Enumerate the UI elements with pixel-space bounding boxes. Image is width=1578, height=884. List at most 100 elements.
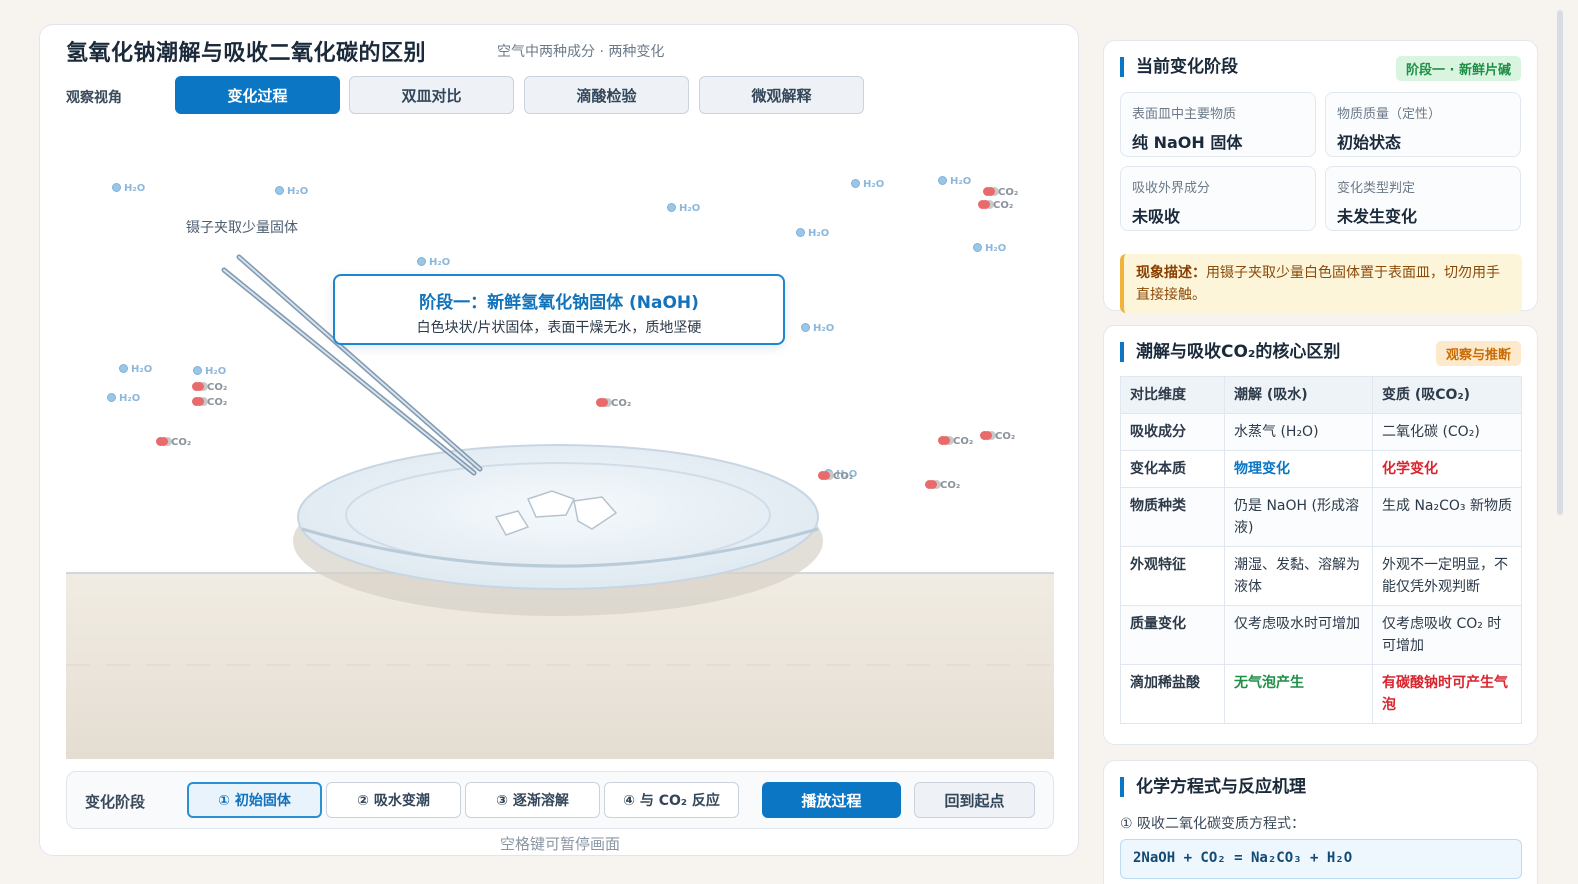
h2o-molecule: H₂O <box>275 186 308 197</box>
table-cell: 有碳酸钠时可产生气泡 <box>1372 664 1522 724</box>
table-row: 滴加稀盐酸 无气泡产生 有碳酸钠时可产生气泡 <box>1120 664 1522 724</box>
h2o-molecule-icon <box>275 186 284 195</box>
info-label: 表面皿中主要物质 <box>1132 107 1237 122</box>
h2o-molecule-icon <box>938 176 947 185</box>
table-cell: 吸收成分 <box>1120 413 1225 451</box>
h2o-molecule-icon <box>973 243 982 252</box>
info-label: 物质质量（定性） <box>1337 107 1442 122</box>
stage-badge: 阶段一 · 新鲜片碱 <box>1396 56 1521 81</box>
stage-button-co2-reaction[interactable]: ④ 与 CO₂ 反应 <box>604 782 739 818</box>
h2o-molecule: H₂O <box>112 183 145 194</box>
comparison-badge: 观察与推断 <box>1435 341 1521 366</box>
co2-molecule: CO₂ <box>983 431 1015 442</box>
h2o-molecule-icon <box>851 179 860 188</box>
co2-molecule-icon <box>821 471 830 480</box>
equation-panel: 化学方程式与反应机理 ① 吸收二氧化碳变质方程式： 2NaOH + CO₂ = … <box>1103 760 1538 884</box>
co2-molecule-icon <box>981 200 990 209</box>
info-absorbed: 吸收外界成分 未吸收 <box>1120 166 1316 231</box>
co2-molecule-icon <box>983 431 992 440</box>
table-cell: 水蒸气 (H₂O) <box>1224 413 1373 451</box>
table-row: 变化本质 物理变化 化学变化 <box>1120 450 1522 488</box>
table-cell: 生成 Na₂CO₃ 新物质 <box>1372 487 1522 547</box>
stage-button-initial[interactable]: ① 初始固体 <box>187 782 322 818</box>
co2-molecule: CO₂ <box>928 480 960 491</box>
table-row: 质量变化 仅考虑吸水时可增加 仅考虑吸收 CO₂ 时可增加 <box>1120 605 1522 665</box>
stage-button-dissolve[interactable]: ③ 逐渐溶解 <box>465 782 600 818</box>
h2o-molecule: H₂O <box>667 203 700 214</box>
h2o-molecule: H₂O <box>107 393 140 404</box>
h2o-molecule: H₂O <box>938 176 971 187</box>
h2o-molecule-icon <box>193 366 202 375</box>
co2-molecule-icon <box>928 480 937 489</box>
h2o-molecule-icon <box>417 257 426 266</box>
info-main-substance: 表面皿中主要物质 纯 NaOH 固体 <box>1120 92 1316 157</box>
table-cell: 仍是 NaOH (形成溶液) <box>1224 487 1373 547</box>
co2-molecule-icon <box>195 382 204 391</box>
co2-molecule-icon <box>599 398 608 407</box>
h2o-molecule: H₂O <box>801 323 834 334</box>
info-mass: 物质质量（定性） 初始状态 <box>1325 92 1521 157</box>
co2-molecule-icon <box>159 437 168 446</box>
equation-label: ① 吸收二氧化碳变质方程式： <box>1120 816 1306 832</box>
co2-molecule: CO₂ <box>821 471 853 482</box>
table-cell: 外观特征 <box>1120 546 1225 606</box>
lab-card: 氢氧化钠潮解与吸收二氧化碳的区别 空气中两种成分 · 两种变化 观察视角 变化过… <box>39 24 1079 856</box>
table-cell: 变化本质 <box>1120 450 1225 488</box>
h2o-molecule-icon <box>801 323 810 332</box>
stage-button-absorb-water[interactable]: ② 吸水变潮 <box>326 782 461 818</box>
co2-molecule: CO₂ <box>195 397 227 408</box>
h2o-molecule: H₂O <box>851 179 884 190</box>
h2o-molecule-icon <box>107 393 116 402</box>
h2o-molecule: H₂O <box>193 366 226 377</box>
phenomenon-label: 现象描述： <box>1136 265 1206 281</box>
h2o-molecule: H₂O <box>973 243 1006 254</box>
tab-micro-view[interactable]: 微观解释 <box>699 76 864 114</box>
page-subtitle: 空气中两种成分 · 两种变化 <box>497 44 665 60</box>
play-button[interactable]: 播放过程 <box>762 782 901 818</box>
h2o-molecule-icon <box>796 228 805 237</box>
info-label: 变化类型判定 <box>1337 181 1416 196</box>
h2o-molecule-icon <box>112 183 121 192</box>
h2o-molecule-icon <box>119 364 128 373</box>
table-row: 物质种类 仍是 NaOH (形成溶液) 生成 Na₂CO₃ 新物质 <box>1120 487 1522 547</box>
co2-molecule: CO₂ <box>159 437 191 448</box>
phenomenon-note: 现象描述：用镊子夹取少量白色固体置于表面皿，切勿用手直接接触。 <box>1120 254 1522 313</box>
page-title: 氢氧化钠潮解与吸收二氧化碳的区别 <box>66 41 427 66</box>
table-cell: 仅考虑吸水时可增加 <box>1224 605 1373 665</box>
equation-title: 化学方程式与反应机理 <box>1120 777 1306 797</box>
table-cell: 滴加稀盐酸 <box>1120 664 1225 724</box>
reset-button[interactable]: 回到起点 <box>914 782 1035 818</box>
info-label: 吸收外界成分 <box>1132 181 1211 196</box>
tab-dual-dish[interactable]: 双皿对比 <box>349 76 514 114</box>
h2o-molecule: H₂O <box>417 257 450 268</box>
table-cell: 潮湿、发黏、溶解为液体 <box>1224 546 1373 606</box>
comparison-table: 对比维度 潮解 (吸水) 变质 (吸CO₂) 吸收成分 水蒸气 (H₂O) 二氧… <box>1120 376 1522 724</box>
table-cell: 物质种类 <box>1120 487 1225 547</box>
info-value: 初始状态 <box>1337 133 1402 152</box>
info-value: 纯 NaOH 固体 <box>1132 133 1243 152</box>
co2-molecule-icon <box>986 187 995 196</box>
table-cell: 质量变化 <box>1120 605 1225 665</box>
tab-acid-test[interactable]: 滴酸检验 <box>524 76 689 114</box>
table-row: 外观特征 潮湿、发黏、溶解为液体 外观不一定明显，不能仅凭外观判断 <box>1120 546 1522 606</box>
table-cell: 无气泡产生 <box>1224 664 1373 724</box>
comparison-panel: 潮解与吸收CO₂的核心区别 观察与推断 对比维度 潮解 (吸水) 变质 (吸CO… <box>1103 325 1538 745</box>
co2-molecule-icon <box>195 397 204 406</box>
info-value: 未发生变化 <box>1337 207 1418 226</box>
stage-control-bar: 变化阶段 ① 初始固体 ② 吸水变潮 ③ 逐渐溶解 ④ 与 CO₂ 反应 播放过… <box>66 771 1054 829</box>
table-header: 对比维度 <box>1120 376 1225 414</box>
table-cell: 物理变化 <box>1224 450 1373 488</box>
co2-molecule: CO₂ <box>195 382 227 393</box>
current-stage-panel: 当前变化阶段 阶段一 · 新鲜片碱 表面皿中主要物质 纯 NaOH 固体 物质质… <box>1103 40 1538 313</box>
scrollbar[interactable] <box>1557 10 1563 515</box>
co2-molecule: CO₂ <box>599 398 631 409</box>
h2o-molecule: H₂O <box>119 364 152 375</box>
info-change-type: 变化类型判定 未发生变化 <box>1325 166 1521 231</box>
table-header: 潮解 (吸水) <box>1224 376 1373 414</box>
co2-molecule: CO₂ <box>981 200 1013 211</box>
keyboard-hint: 空格键可暂停画面 <box>499 835 620 853</box>
tab-change-process[interactable]: 变化过程 <box>175 76 340 114</box>
stage-callout: 阶段一：新鲜氢氧化钠固体 (NaOH) 白色块状/片状固体，表面干燥无水，质地坚… <box>333 274 785 345</box>
table-header-row: 对比维度 潮解 (吸水) 变质 (吸CO₂) <box>1120 376 1522 414</box>
table-row: 吸收成分 水蒸气 (H₂O) 二氧化碳 (CO₂) <box>1120 413 1522 451</box>
